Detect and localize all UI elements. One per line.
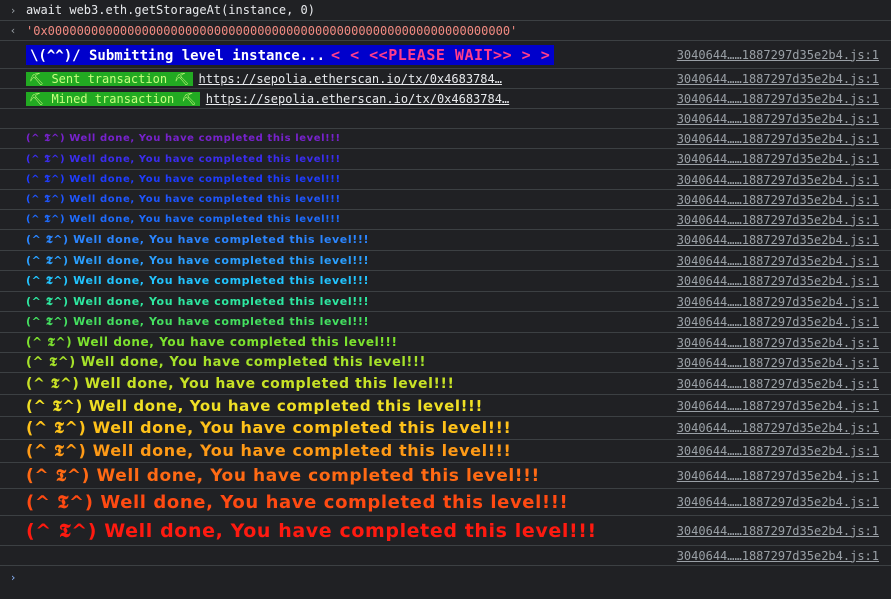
prompt-chevron-icon: › (9, 570, 17, 584)
mined-transaction-link[interactable]: https://sepolia.etherscan.io/tx/0x468378… (206, 92, 509, 106)
source-link[interactable]: 3040644……1887297d35e2b4.js:1 (677, 132, 879, 146)
console-command-row[interactable]: › await web3.eth.getStorageAt(instance, … (0, 0, 891, 21)
source-link[interactable]: 3040644……1887297d35e2b4.js:1 (677, 48, 879, 62)
sent-transaction-row: ⛏ Sent transaction ⛏ https://sepolia.eth… (0, 69, 891, 89)
empty-log-row: 3040644……1887297d35e2b4.js:1 (0, 109, 891, 129)
well-done-log-row: (^ 𝕿^) Well done, You have completed thi… (0, 271, 891, 292)
well-done-message: (^ 𝕿^) Well done, You have completed thi… (26, 315, 370, 328)
well-done-log-row: (^ 𝕿^) Well done, You have completed thi… (0, 395, 891, 417)
well-done-message: (^ 𝕿^) Well done, You have completed thi… (26, 194, 341, 205)
result-value[interactable]: '0x0000000000000000000000000000000000000… (26, 24, 517, 38)
well-done-message: (^ 𝕿^) Well done, You have completed thi… (26, 491, 569, 513)
banner-log-row: \(^^)/ Submitting level instance... < < <… (0, 41, 891, 69)
well-done-message: (^ 𝕿^) Well done, You have completed thi… (26, 418, 512, 437)
source-link[interactable]: 3040644……1887297d35e2b4.js:1 (677, 72, 879, 86)
well-done-message: (^ 𝕿^) Well done, You have completed thi… (26, 396, 483, 415)
well-done-log-row: (^ 𝕿^) Well done, You have completed thi… (0, 333, 891, 353)
submitting-text: \(^^)/ Submitting level instance... (30, 47, 326, 64)
well-done-log-row: (^ 𝕿^) Well done, You have completed thi… (0, 489, 891, 516)
well-done-log-row: (^ 𝕿^) Well done, You have completed thi… (0, 251, 891, 271)
mined-transaction-badge: ⛏ Mined transaction ⛏ (26, 91, 200, 106)
source-link[interactable]: 3040644……1887297d35e2b4.js:1 (677, 421, 879, 435)
well-done-message: (^ 𝕿^) Well done, You have completed thi… (26, 274, 370, 287)
well-done-log-row: (^ 𝕿^) Well done, You have completed thi… (0, 230, 891, 251)
source-link[interactable]: 3040644……1887297d35e2b4.js:1 (677, 173, 879, 187)
well-done-message: (^ 𝕿^) Well done, You have completed thi… (26, 153, 341, 165)
source-link[interactable]: 3040644……1887297d35e2b4.js:1 (677, 112, 879, 126)
well-done-log-list: (^ 𝕿^) Well done, You have completed thi… (0, 129, 891, 546)
source-link[interactable]: 3040644……1887297d35e2b4.js:1 (677, 152, 879, 166)
well-done-log-row: (^ 𝕿^) Well done, You have completed thi… (0, 129, 891, 149)
source-link[interactable]: 3040644……1887297d35e2b4.js:1 (677, 193, 879, 207)
well-done-message: (^ 𝕿^) Well done, You have completed thi… (26, 519, 597, 542)
well-done-log-row: (^ 𝕿^) Well done, You have completed thi… (0, 353, 891, 373)
well-done-message: (^ 𝕿^) Well done, You have completed thi… (26, 253, 370, 267)
console-prompt-row[interactable]: › (0, 566, 891, 588)
source-link[interactable]: 3040644……1887297d35e2b4.js:1 (677, 254, 879, 268)
well-done-message: (^ 𝕿^) Well done, You have completed thi… (26, 375, 455, 392)
well-done-log-row: (^ 𝕿^) Well done, You have completed thi… (0, 210, 891, 230)
input-chevron-icon: › (9, 3, 17, 17)
well-done-log-row: (^ 𝕿^) Well done, You have completed thi… (0, 312, 891, 333)
source-link[interactable]: 3040644……1887297d35e2b4.js:1 (677, 336, 879, 350)
source-link[interactable]: 3040644……1887297d35e2b4.js:1 (677, 92, 879, 106)
source-link[interactable]: 3040644……1887297d35e2b4.js:1 (677, 233, 879, 247)
well-done-log-row: (^ 𝕿^) Well done, You have completed thi… (0, 516, 891, 546)
source-link[interactable]: 3040644……1887297d35e2b4.js:1 (677, 399, 879, 413)
source-link[interactable]: 3040644……1887297d35e2b4.js:1 (677, 444, 879, 458)
well-done-message: (^ 𝕿^) Well done, You have completed thi… (26, 465, 540, 486)
well-done-message: (^ 𝕿^) Well done, You have completed thi… (26, 441, 512, 460)
source-link[interactable]: 3040644……1887297d35e2b4.js:1 (677, 524, 879, 538)
output-chevron-icon: ‹ (9, 24, 17, 37)
well-done-message: (^ 𝕿^) Well done, You have completed thi… (26, 233, 370, 246)
well-done-log-row: (^ 𝕿^) Well done, You have completed thi… (0, 440, 891, 463)
source-link[interactable]: 3040644……1887297d35e2b4.js:1 (677, 315, 879, 329)
source-link[interactable]: 3040644……1887297d35e2b4.js:1 (677, 377, 879, 391)
well-done-log-row: (^ 𝕿^) Well done, You have completed thi… (0, 170, 891, 190)
submitting-banner: \(^^)/ Submitting level instance... < < <… (26, 44, 555, 65)
well-done-message: (^ 𝕿^) Well done, You have completed thi… (26, 174, 341, 185)
devtools-console: › await web3.eth.getStorageAt(instance, … (0, 0, 891, 599)
source-link[interactable]: 3040644……1887297d35e2b4.js:1 (677, 495, 879, 509)
please-wait-text: < < <<PLEASE WAIT>> > > (331, 45, 551, 64)
source-link[interactable]: 3040644……1887297d35e2b4.js:1 (677, 356, 879, 370)
trailing-log-row: 3040644……1887297d35e2b4.js:1 (0, 546, 891, 566)
source-link[interactable]: 3040644……1887297d35e2b4.js:1 (677, 295, 879, 309)
command-text[interactable]: await web3.eth.getStorageAt(instance, 0) (26, 3, 315, 17)
mined-transaction-row: ⛏ Mined transaction ⛏ https://sepolia.et… (0, 89, 891, 109)
well-done-message: (^ 𝕿^) Well done, You have completed thi… (26, 355, 427, 370)
source-link[interactable]: 3040644……1887297d35e2b4.js:1 (677, 549, 879, 563)
well-done-message: (^ 𝕿^) Well done, You have completed thi… (26, 335, 398, 349)
well-done-message: (^ 𝕿^) Well done, You have completed thi… (26, 214, 341, 225)
well-done-log-row: (^ 𝕿^) Well done, You have completed thi… (0, 373, 891, 395)
source-link[interactable]: 3040644……1887297d35e2b4.js:1 (677, 274, 879, 288)
well-done-log-row: (^ 𝕿^) Well done, You have completed thi… (0, 190, 891, 210)
well-done-log-row: (^ 𝕿^) Well done, You have completed thi… (0, 292, 891, 312)
well-done-log-row: (^ 𝕿^) Well done, You have completed thi… (0, 463, 891, 489)
well-done-log-row: (^ 𝕿^) Well done, You have completed thi… (0, 149, 891, 170)
console-input[interactable] (26, 569, 891, 585)
sent-transaction-link[interactable]: https://sepolia.etherscan.io/tx/0x468378… (199, 72, 502, 86)
sent-transaction-badge: ⛏ Sent transaction ⛏ (26, 71, 193, 86)
well-done-message: (^ 𝕿^) Well done, You have completed thi… (26, 133, 341, 144)
console-result-row[interactable]: ‹ '0x00000000000000000000000000000000000… (0, 21, 891, 41)
source-link[interactable]: 3040644……1887297d35e2b4.js:1 (677, 213, 879, 227)
well-done-log-row: (^ 𝕿^) Well done, You have completed thi… (0, 417, 891, 440)
source-link[interactable]: 3040644……1887297d35e2b4.js:1 (677, 469, 879, 483)
well-done-message: (^ 𝕿^) Well done, You have completed thi… (26, 294, 370, 308)
